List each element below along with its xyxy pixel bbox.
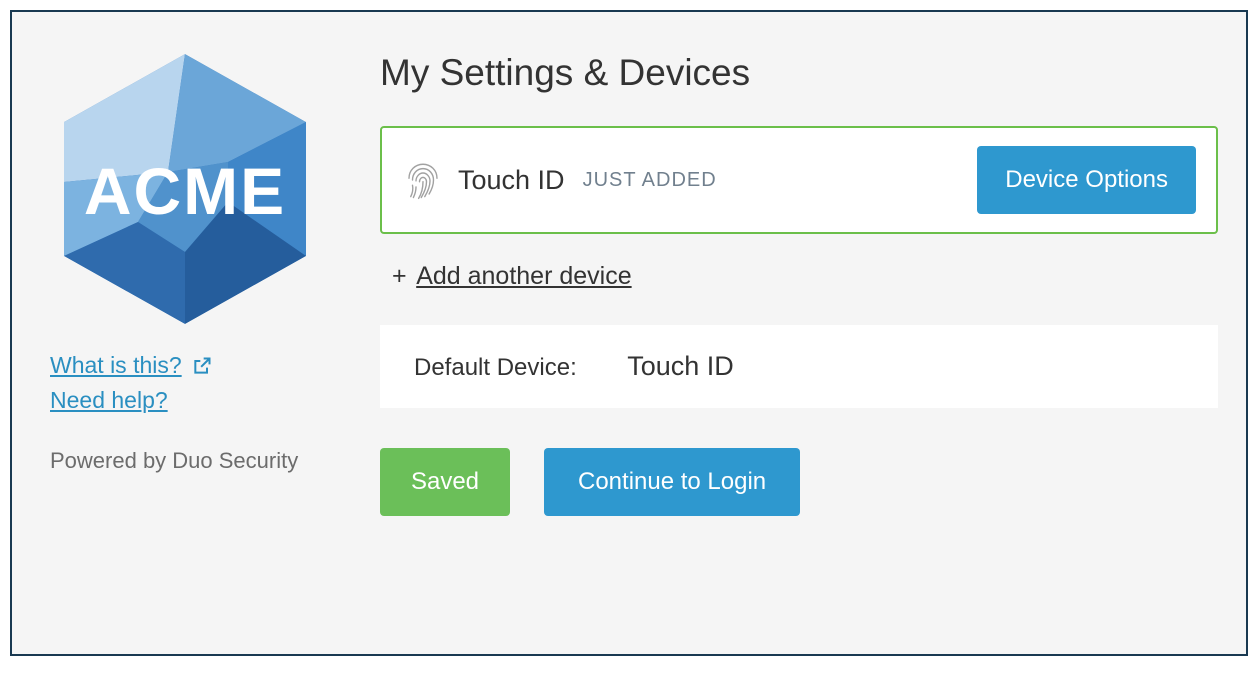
acme-hex-icon: ACME	[58, 52, 312, 326]
device-options-button[interactable]: Device Options	[977, 146, 1196, 214]
device-name: Touch ID	[458, 165, 565, 196]
what-is-this-link[interactable]: What is this?	[50, 352, 212, 379]
need-help-label: Need help?	[50, 387, 168, 414]
main-content: My Settings & Devices Touch ID JUST ADDE…	[360, 46, 1218, 620]
add-device-label: Add another device	[416, 262, 631, 290]
plus-icon: +	[392, 262, 407, 290]
device-card: Touch ID JUST ADDED Device Options	[380, 126, 1218, 234]
sidebar: ACME What is this? Need help? Powered by…	[50, 46, 360, 620]
action-buttons: Saved Continue to Login	[380, 448, 1218, 516]
default-device-panel: Default Device: Touch ID	[380, 325, 1218, 408]
svg-text:ACME: ACME	[84, 154, 286, 228]
fingerprint-icon	[402, 159, 444, 201]
device-status-badge: JUST ADDED	[583, 169, 717, 192]
need-help-link[interactable]: Need help?	[50, 387, 168, 414]
saved-button[interactable]: Saved	[380, 448, 510, 516]
continue-to-login-button[interactable]: Continue to Login	[544, 448, 800, 516]
default-device-value: Touch ID	[627, 351, 734, 381]
brand-logo: ACME	[50, 52, 320, 326]
app-frame: ACME What is this? Need help? Powered by…	[10, 10, 1248, 656]
add-another-device-link[interactable]: + Add another device	[392, 262, 1218, 291]
powered-by-text: Powered by Duo Security	[50, 448, 298, 474]
external-link-icon	[192, 356, 212, 376]
what-is-this-label: What is this?	[50, 352, 182, 379]
page-title: My Settings & Devices	[380, 52, 1218, 94]
default-device-label: Default Device:	[414, 354, 577, 381]
